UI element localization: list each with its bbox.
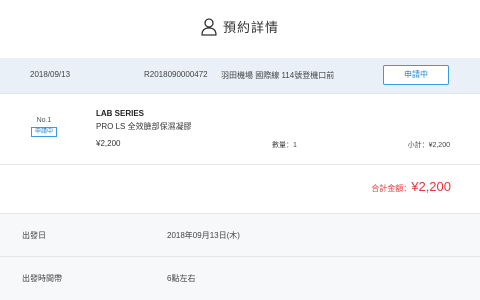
status-button[interactable]: 申請中 — [383, 65, 449, 85]
product-name: PRO LS 全效臉部保濕凝膠 — [96, 122, 192, 131]
product-item: No.1 申請中 LAB SERIES PRO LS 全效臉部保濕凝膠 ¥2,2… — [0, 94, 480, 165]
page-title: 預約詳情 — [222, 20, 279, 35]
total-amount: 合計金額：¥2,200 — [371, 179, 451, 194]
product-brand: LAB SERIES — [96, 109, 145, 118]
departure-time-row: 出發時間帶 6點左右 — [0, 257, 480, 300]
departure-date-value: 2018年09月13日(木) — [167, 231, 240, 240]
user-icon — [201, 17, 217, 36]
item-number: No.1 — [36, 117, 52, 124]
departure-date-label: 出發日 — [22, 231, 46, 240]
title-wrap: 預約詳情 — [0, 17, 480, 36]
departure-time-label: 出發時間帶 — [22, 274, 62, 283]
order-number: R2018090000472 — [144, 70, 208, 79]
departure-date-row: 出發日 2018年09月13日(木) — [0, 214, 480, 257]
order-date: 2018/09/13 — [30, 70, 71, 79]
product-subtotal: 小計：¥2,200 — [407, 142, 450, 149]
departure-time-value: 6點左右 — [167, 274, 196, 283]
product-quantity: 數量：1 — [272, 142, 297, 149]
total-value: ¥2,200 — [411, 179, 451, 194]
total-row: 合計金額：¥2,200 — [0, 165, 480, 214]
pickup-location: 羽田機場 國際線 114號登機口前 — [221, 71, 335, 80]
total-label: 合計金額： — [371, 184, 412, 193]
page-header: 預約詳情 — [0, 0, 480, 59]
product-price: ¥2,200 — [96, 139, 121, 148]
item-status-badge: 申請中 — [31, 127, 57, 137]
order-summary-bar: 2018/09/13 R2018090000472 羽田機場 國際線 114號登… — [0, 58, 480, 94]
